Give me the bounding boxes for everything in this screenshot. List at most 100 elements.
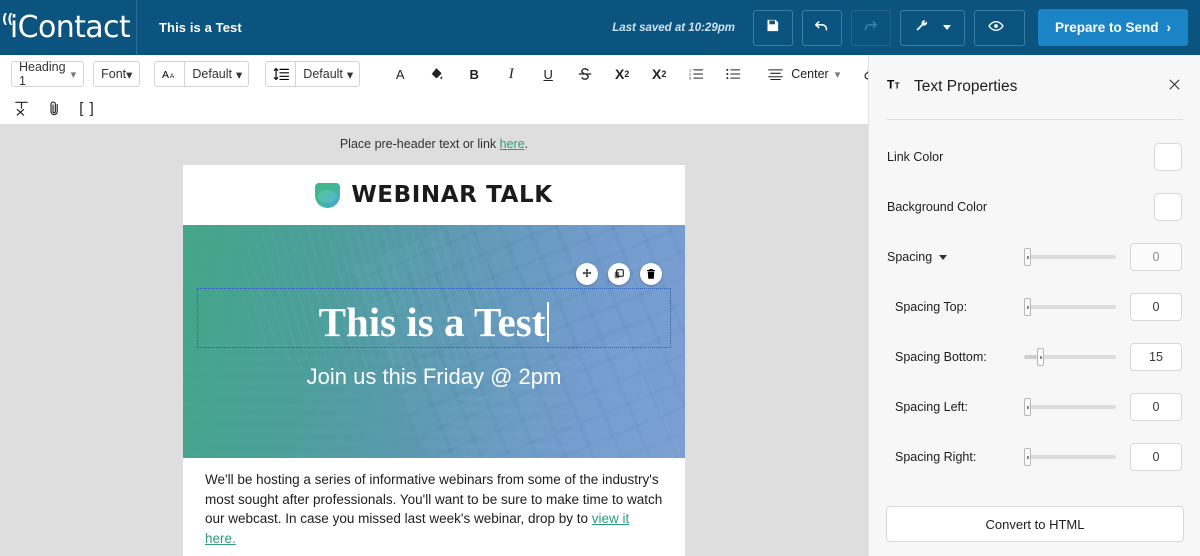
chevron-down-icon: ▾ — [236, 67, 243, 82]
background-color-row: Background Color — [869, 182, 1200, 232]
text-format-icon: T T — [887, 77, 904, 97]
superscript-icon[interactable]: X2 — [612, 61, 632, 87]
spacing-row-value[interactable]: 0 — [1130, 443, 1182, 471]
text-properties-panel: T T Text Properties Link Color Backgroun… — [868, 55, 1200, 556]
spacing-row-slider[interactable] — [1024, 448, 1116, 466]
spacing-row-value[interactable]: 15 — [1130, 343, 1182, 371]
attachment-icon[interactable] — [44, 95, 64, 121]
brand-logo-text: (( iContact — [2, 12, 131, 43]
spacing-row-control: 0 — [1024, 443, 1182, 471]
font-family-select[interactable]: Font ▾ — [93, 61, 141, 87]
link-color-label: Link Color — [887, 150, 944, 164]
duplicate-icon[interactable] — [608, 263, 630, 285]
highlight-color-icon[interactable] — [427, 61, 447, 87]
spacing-slider[interactable] — [1024, 248, 1116, 266]
hero-heading-wrap[interactable]: This is a Test — [319, 299, 550, 347]
prepare-to-send-button[interactable]: Prepare to Send › — [1037, 9, 1188, 46]
link-color-swatch[interactable] — [1154, 143, 1182, 171]
save-button[interactable] — [752, 9, 793, 46]
font-color-icon[interactable]: A — [390, 61, 410, 87]
subscript-icon[interactable]: X2 — [649, 61, 669, 87]
spacing-row-2: Spacing Left: 0 — [869, 382, 1200, 432]
preview-button[interactable] — [973, 9, 1025, 46]
spacing-row-value[interactable]: 0 — [1130, 293, 1182, 321]
spacing-row: Spacing 0 — [869, 232, 1200, 282]
font-size-value-wrap: Default ▾ — [185, 67, 248, 82]
hero-subheading[interactable]: Join us this Friday @ 2pm — [307, 364, 562, 390]
svg-text:A: A — [170, 73, 175, 80]
panel-title: Text Properties — [914, 78, 1018, 95]
move-icon[interactable] — [576, 263, 598, 285]
spacing-row-slider[interactable] — [1024, 398, 1116, 416]
bulleted-list-icon[interactable] — [723, 61, 743, 87]
chevron-down-icon: ▾ — [834, 68, 841, 81]
email-logo-text: WEBINAR TALK — [351, 182, 553, 208]
chevron-down-icon: ▾ — [126, 67, 133, 82]
spacing-row-slider[interactable] — [1024, 348, 1116, 366]
email-template: WEBINAR TALK This is a Test Join us this… — [183, 165, 685, 556]
spacing-row-1: Spacing Bottom: 15 — [869, 332, 1200, 382]
top-bar-actions: Last saved at 10:29pm Prepare to Send › — [612, 0, 1200, 55]
tools-button[interactable] — [899, 9, 965, 46]
brand-logo[interactable]: (( iContact — [0, 0, 137, 55]
heading-style-select[interactable]: Heading 1 ▾ — [11, 60, 85, 88]
spacing-rows: Spacing Top: 0 Spacing Bottom: 15 Spacing Le… — [869, 282, 1200, 482]
font-size-select[interactable]: A A Default ▾ — [154, 61, 250, 87]
undo-button[interactable] — [801, 9, 842, 46]
spacing-value[interactable]: 0 — [1130, 243, 1182, 271]
bold-icon[interactable]: B — [464, 61, 484, 87]
undo-icon — [813, 17, 830, 39]
strikethrough-icon[interactable] — [575, 61, 595, 87]
preheader-link[interactable]: here — [500, 137, 525, 151]
formatting-toolbar: Heading 1 ▾ Font ▾ A A Default ▾ Default… — [0, 55, 912, 125]
underline-icon[interactable]: U — [538, 61, 558, 87]
panel-header: T T Text Properties — [869, 55, 1200, 97]
last-saved-status: Last saved at 10:29pm — [612, 21, 735, 34]
italic-icon[interactable]: I — [501, 61, 521, 87]
line-height-value-wrap: Default ▾ — [296, 67, 359, 82]
email-body-block[interactable]: We'll be hosting a series of informative… — [183, 458, 685, 556]
top-bar: (( iContact This is a Test Last saved at… — [0, 0, 1200, 55]
svg-text:T: T — [887, 78, 895, 92]
save-icon — [765, 18, 780, 38]
chevron-down-icon — [939, 254, 948, 260]
text-align-select[interactable]: Center ▾ — [765, 61, 840, 87]
spacing-row-value[interactable]: 0 — [1130, 393, 1182, 421]
merge-field-icon[interactable]: [ ] — [77, 95, 97, 121]
redo-button[interactable] — [850, 9, 891, 46]
preheader-text: Place pre-header text or link — [339, 137, 500, 151]
chevron-down-icon — [942, 25, 951, 30]
convert-to-html-button[interactable]: Convert to HTML — [886, 506, 1184, 542]
heading-style-value: Heading 1 — [19, 60, 66, 88]
spacing-row-0: Spacing Top: 0 — [869, 282, 1200, 332]
clear-formatting-icon[interactable] — [11, 95, 31, 121]
formatting-toolbar-row-1: Heading 1 ▾ Font ▾ A A Default ▾ Default… — [0, 55, 912, 93]
spacing-row-control: 15 — [1024, 343, 1182, 371]
spacing-row-label: Spacing Left: — [895, 400, 968, 414]
spacing-label: Spacing — [887, 250, 933, 264]
panel-divider — [886, 119, 1183, 120]
svg-text:T: T — [895, 82, 900, 91]
preheader-period: . — [524, 137, 529, 151]
numbered-list-icon[interactable]: 1 2 3 — [686, 61, 706, 87]
formatting-toolbar-row-2: [ ] — [0, 93, 868, 123]
preheader-row: Place pre-header text or link here. — [0, 125, 868, 165]
email-logo-block[interactable]: WEBINAR TALK — [183, 165, 685, 225]
chevron-down-icon: ▾ — [70, 68, 77, 81]
spacing-row-label: Spacing Right: — [895, 450, 977, 464]
line-height-select[interactable]: Default ▾ — [265, 61, 361, 87]
background-color-swatch[interactable] — [1154, 193, 1182, 221]
convert-to-html-label: Convert to HTML — [985, 516, 1085, 532]
spacing-toggle[interactable]: Spacing — [887, 250, 948, 264]
spacing-row-slider[interactable] — [1024, 298, 1116, 316]
svg-text:A: A — [162, 70, 169, 81]
spacing-control: 0 — [1024, 243, 1182, 271]
svg-text:1: 1 — [689, 68, 691, 72]
line-height-icon — [266, 67, 295, 81]
hero-block[interactable]: This is a Test Join us this Friday @ 2pm — [183, 225, 685, 458]
spacing-row-control: 0 — [1024, 293, 1182, 321]
chevron-right-icon: › — [1166, 20, 1172, 35]
close-icon[interactable] — [1167, 77, 1182, 97]
delete-icon[interactable] — [640, 263, 662, 285]
spacing-row-control: 0 — [1024, 393, 1182, 421]
